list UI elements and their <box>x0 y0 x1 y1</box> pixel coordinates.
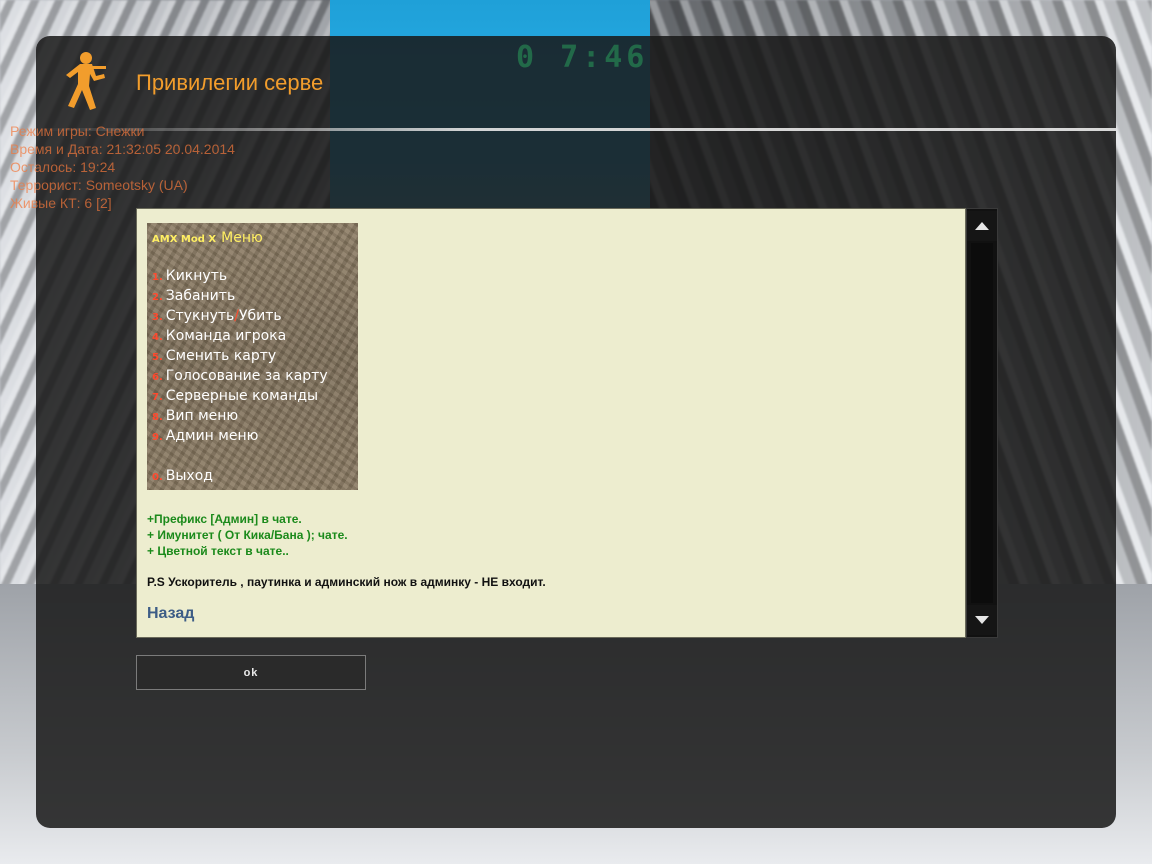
ok-button[interactable]: ok <box>136 655 366 690</box>
amx-menu-image: AMX Mod X Меню 1. Кикнуть 2. Забанить 3. Ст… <box>147 223 358 490</box>
round-timer: 0 7:46 <box>516 40 649 75</box>
amx-item-exit: 0. Выход <box>152 465 213 485</box>
amx-item-label: Выход <box>165 468 213 484</box>
amx-item-ban: 2. Забанить <box>152 285 328 305</box>
amx-item-label: Убить <box>239 308 282 324</box>
hud-line-mode: Режим игры: Снежки <box>10 123 145 139</box>
amx-item-number: 5. <box>152 352 163 363</box>
amx-item-label: Команда игрока <box>165 328 287 344</box>
amx-item-server-commands: 7. Серверные команды <box>152 385 328 405</box>
arrow-down-icon <box>975 616 989 624</box>
hud-line-terrorist: Террорист: Someotsky (UA) <box>10 177 188 193</box>
amx-item-admin-menu: 9. Админ меню <box>152 425 328 445</box>
motd-content: AMX Mod X Меню 1. Кикнуть 2. Забанить 3. Ст… <box>136 208 966 638</box>
amx-item-number: 2. <box>152 292 163 303</box>
amx-item-label: Забанить <box>165 288 236 304</box>
amx-item-vote-map: 6. Голосование за карту <box>152 365 328 385</box>
content-scrollbar[interactable] <box>966 208 998 638</box>
amx-item-label: Сменить карту <box>165 348 277 364</box>
amx-item-team: 4. Команда игрока <box>152 325 328 345</box>
perk-prefix: +Префикс [Админ] в чате. <box>147 512 302 526</box>
amx-item-label: Вип меню <box>165 408 239 424</box>
perk-colored-text: + Цветной текст в чате.. <box>147 544 289 558</box>
amx-item-label: Админ меню <box>165 428 259 444</box>
amx-item-number: 9. <box>152 432 163 443</box>
amx-item-vip-menu: 8. Вип меню <box>152 405 328 425</box>
amx-item-kick: 1. Кикнуть <box>152 265 328 285</box>
amx-item-number: 3. <box>152 312 163 323</box>
arrow-up-icon <box>975 222 989 230</box>
amx-menu-header: AMX Mod X Меню <box>152 227 263 246</box>
hud-line-datetime: Время и Дата: 21:32:05 20.04.2014 <box>10 141 235 157</box>
amx-item-label: Стукнуть <box>165 308 235 324</box>
hud-line-remaining: Осталось: 19:24 <box>10 159 116 175</box>
scroll-down-button[interactable] <box>967 605 997 635</box>
amx-brand: AMX Mod X <box>152 234 217 245</box>
amx-item-number: 7. <box>152 392 163 403</box>
amx-item-number: 0. <box>152 472 163 483</box>
amx-item-label: Голосование за карту <box>165 368 328 384</box>
amx-item-number: 4. <box>152 332 163 343</box>
amx-item-label: Кикнуть <box>165 268 228 284</box>
amx-item-label: Серверные команды <box>165 388 319 404</box>
hud-info: Режим игры: Снежки Время и Дата: 21:32:0… <box>10 122 235 212</box>
amx-menu-list: 1. Кикнуть 2. Забанить 3. Стукнуть/Убить 4.… <box>152 265 328 445</box>
amx-menu-word: Меню <box>221 230 263 246</box>
ps-note: P.S Ускоритель , паутинка и админский но… <box>147 575 546 589</box>
amx-item-number: 6. <box>152 372 163 383</box>
amx-item-number: 8. <box>152 412 163 423</box>
scroll-track[interactable] <box>971 243 993 603</box>
counter-terrorist-logo-icon <box>66 52 106 110</box>
amx-item-change-map: 5. Сменить карту <box>152 345 328 365</box>
back-link[interactable]: Назад <box>147 605 194 623</box>
perks-list: +Префикс [Админ] в чате. + Имунитет ( От… <box>147 511 348 559</box>
amx-item-number: 1. <box>152 272 163 283</box>
dialog-title: Привилегии серве <box>136 70 324 95</box>
perk-immunity: + Имунитет ( От Кика/Бана ); чате. <box>147 528 348 542</box>
amx-item-slap-kill: 3. Стукнуть/Убить <box>152 305 328 325</box>
scroll-up-button[interactable] <box>967 211 997 241</box>
